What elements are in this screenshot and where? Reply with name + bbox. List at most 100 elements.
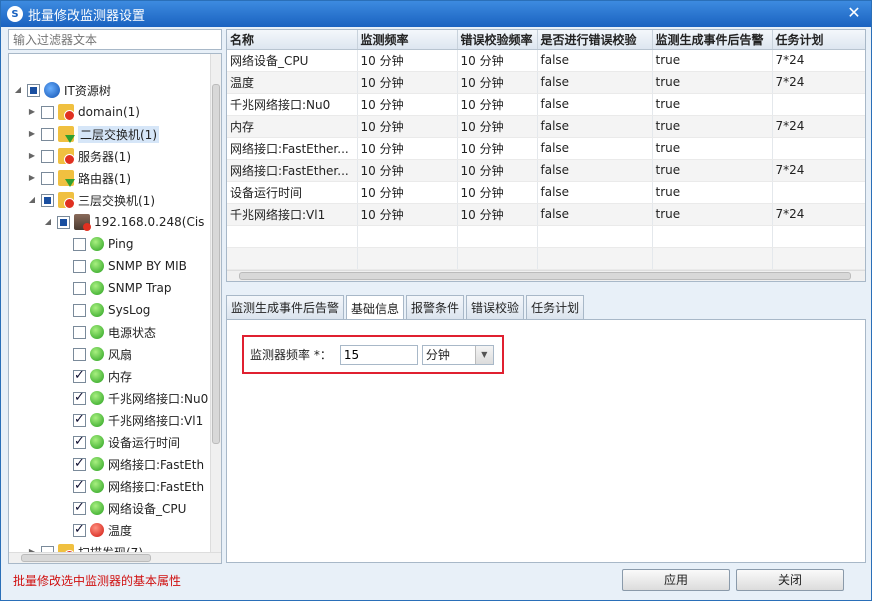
- tab-3[interactable]: 错误校验: [466, 295, 525, 319]
- table-cell: [537, 225, 653, 248]
- column-header[interactable]: 是否进行错误校验: [537, 30, 653, 50]
- table-cell: false: [537, 71, 653, 94]
- unit-select[interactable]: 分钟 ▼: [421, 344, 494, 365]
- checkbox[interactable]: [73, 456, 86, 471]
- column-header[interactable]: 任务计划: [772, 30, 865, 50]
- title-bar[interactable]: S 批量修改监测器设置 ✕: [1, 1, 871, 27]
- tree-monitor-item[interactable]: 设备运行时间: [73, 432, 180, 452]
- filter-input[interactable]: [8, 29, 222, 50]
- tree-monitor-item[interactable]: SNMP Trap: [73, 278, 171, 298]
- table-row[interactable]: 千兆网络接口:Nu0 10 分钟 10 分钟 false true: [227, 93, 865, 116]
- checkbox[interactable]: [41, 127, 54, 141]
- checkbox[interactable]: [41, 149, 54, 163]
- checkbox[interactable]: [73, 368, 86, 383]
- tree-monitor-item[interactable]: 内存: [73, 366, 132, 386]
- table-cell: true: [652, 181, 773, 204]
- table-row[interactable]: 网络设备_CPU 10 分钟 10 分钟 false true 7*24: [227, 49, 865, 72]
- expand-closed-icon[interactable]: ▶: [27, 173, 37, 183]
- tree-group[interactable]: ▶ 服务器(1): [27, 146, 131, 166]
- checkbox[interactable]: [73, 522, 86, 537]
- table-row[interactable]: 内存 10 分钟 10 分钟 false true 7*24: [227, 115, 865, 138]
- grid-horizontal-scrollbar[interactable]: [227, 270, 865, 281]
- table-cell: true: [652, 203, 773, 226]
- checkbox[interactable]: [73, 259, 86, 273]
- tree-monitor-item[interactable]: SNMP BY MIB: [73, 256, 187, 276]
- checkbox[interactable]: [73, 237, 86, 251]
- expand-closed-icon[interactable]: ▶: [27, 129, 37, 139]
- table-cell: [772, 181, 865, 204]
- checkbox[interactable]: [41, 193, 54, 207]
- checkbox[interactable]: [73, 303, 86, 317]
- table-cell: true: [652, 159, 773, 182]
- status-green-icon: [90, 303, 104, 317]
- tree-group[interactable]: ◢ 三层交换机(1): [27, 190, 155, 210]
- checkbox[interactable]: [73, 347, 86, 361]
- tree-group[interactable]: ▶ domain(1): [27, 102, 140, 122]
- frequency-input[interactable]: [339, 344, 418, 365]
- column-header[interactable]: 错误校验频率: [457, 30, 538, 50]
- close-button[interactable]: 关闭: [736, 569, 844, 591]
- tab-2[interactable]: 报警条件: [406, 295, 465, 319]
- expand-open-icon[interactable]: ◢: [13, 85, 23, 95]
- tree-horizontal-scrollbar[interactable]: [9, 552, 221, 563]
- checkbox[interactable]: [73, 478, 86, 493]
- table-row[interactable]: 千兆网络接口:Vl1 10 分钟 10 分钟 false true 7*24: [227, 203, 865, 226]
- expand-open-icon[interactable]: ◢: [27, 195, 37, 205]
- tree-monitor-item[interactable]: SysLog: [73, 300, 150, 320]
- tab-0[interactable]: 监测生成事件后告警: [226, 295, 345, 319]
- tree-vertical-scrollbar[interactable]: [210, 54, 221, 552]
- tree-group[interactable]: ▶ 路由器(1): [27, 168, 131, 188]
- tree-horizontal-scroll-thumb[interactable]: [21, 554, 151, 562]
- tree-monitor-item[interactable]: 千兆网络接口:Nu0: [73, 388, 208, 408]
- tab-1[interactable]: 基础信息: [346, 295, 405, 320]
- checkbox[interactable]: [73, 325, 86, 339]
- table-cell: true: [652, 71, 773, 94]
- checkbox[interactable]: [41, 105, 54, 119]
- grid-horizontal-scroll-thumb[interactable]: [239, 272, 851, 280]
- tree-item-label: domain(1): [78, 105, 140, 119]
- checkbox[interactable]: [73, 281, 86, 295]
- checkbox[interactable]: [73, 434, 86, 449]
- tree-monitor-item[interactable]: 网络设备_CPU: [73, 498, 186, 518]
- tree-monitor-item[interactable]: 风扇: [73, 344, 132, 364]
- column-header[interactable]: 监测频率: [357, 30, 458, 50]
- table-row[interactable]: 设备运行时间 10 分钟 10 分钟 false true: [227, 181, 865, 204]
- table-row[interactable]: 网络接口:FastEther... 10 分钟 10 分钟 false true 7*24: [227, 159, 865, 182]
- tree-monitor-item[interactable]: 千兆网络接口:Vl1: [73, 410, 203, 430]
- chevron-down-icon[interactable]: ▼: [474, 345, 493, 364]
- expand-closed-icon[interactable]: ▶: [27, 107, 37, 117]
- checkbox[interactable]: [41, 171, 54, 185]
- tree-root[interactable]: ◢ IT资源树: [13, 80, 111, 100]
- tree-group[interactable]: ▶ 二层交换机(1): [27, 124, 159, 144]
- tab-4[interactable]: 任务计划: [526, 295, 585, 319]
- checkbox[interactable]: [57, 215, 70, 229]
- close-icon[interactable]: ✕: [845, 4, 863, 22]
- tree-item-label: 内存: [108, 369, 133, 384]
- tree-monitor-item[interactable]: 网络接口:FastEth: [73, 454, 204, 474]
- tree-vertical-scroll-thumb[interactable]: [212, 84, 220, 444]
- column-header[interactable]: 监测生成事件后告警: [652, 30, 773, 50]
- checkbox[interactable]: [73, 500, 86, 515]
- table-row[interactable]: 温度 10 分钟 10 分钟 false true 7*24: [227, 71, 865, 94]
- monitor-grid: 名称 监测频率 错误校验频率 是否进行错误校验 监测生成事件后告警 任务计划 网络设备_C…: [226, 29, 866, 282]
- expand-open-icon[interactable]: ◢: [43, 217, 53, 227]
- table-cell: 10 分钟: [457, 203, 538, 226]
- checkbox[interactable]: [73, 390, 86, 405]
- table-cell: 7*24: [772, 115, 865, 138]
- table-cell: [652, 225, 773, 248]
- tree-monitor-item[interactable]: 电源状态: [73, 322, 156, 342]
- tree-monitor-item[interactable]: 网络接口:FastEth: [73, 476, 204, 496]
- column-header[interactable]: 名称: [227, 30, 358, 50]
- table-row[interactable]: [227, 247, 865, 270]
- checkbox[interactable]: [73, 412, 86, 427]
- left-panel: ◢ IT资源树 ▶ domain(1) ▶ 二层交换机(1) ▶ 服务器(1) ▶ 路由器(1) ◢…: [8, 29, 222, 564]
- checkbox[interactable]: [27, 83, 40, 97]
- table-row[interactable]: 网络接口:FastEther... 10 分钟 10 分钟 false true: [227, 137, 865, 160]
- table-row[interactable]: [227, 225, 865, 248]
- tree-device[interactable]: ◢ 192.168.0.248(Cis: [43, 212, 204, 232]
- apply-button[interactable]: 应用: [622, 569, 730, 591]
- tree-monitor-item[interactable]: 温度: [73, 520, 132, 540]
- tree-item-label: 网络设备_CPU: [108, 501, 187, 516]
- tree-monitor-item[interactable]: Ping: [73, 234, 134, 254]
- expand-closed-icon[interactable]: ▶: [27, 151, 37, 161]
